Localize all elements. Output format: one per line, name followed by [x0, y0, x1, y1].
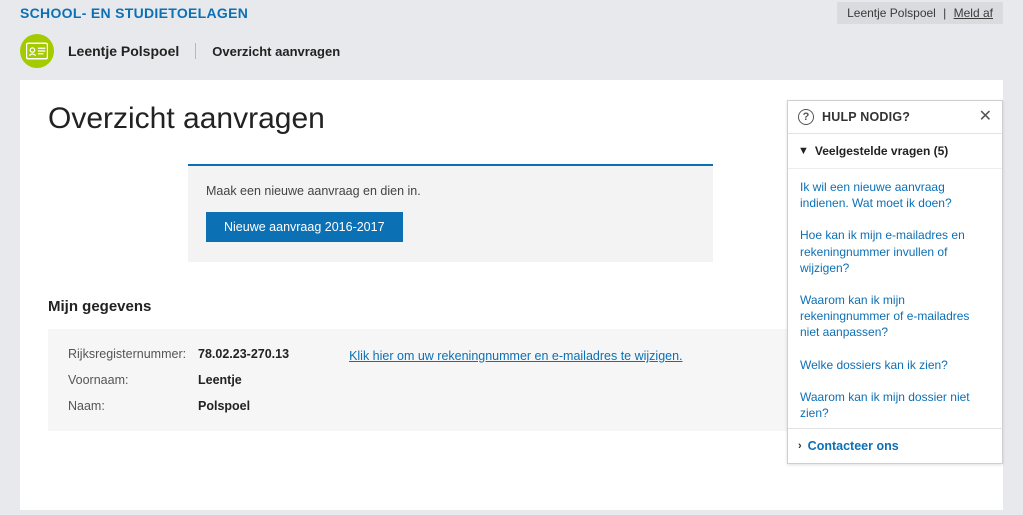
- field-value: 78.02.23-270.13: [198, 347, 289, 361]
- help-panel: ? HULP NODIG? ✕ ▼ Veelgestelde vragen (5…: [787, 100, 1003, 464]
- close-icon[interactable]: ✕: [979, 109, 992, 125]
- header-user-name: Leentje Polspoel: [68, 43, 196, 59]
- table-row: Voornaam: Leentje: [68, 373, 289, 387]
- breadcrumb[interactable]: Overzicht aanvragen: [210, 44, 340, 59]
- chevron-down-icon: ▼: [798, 145, 809, 157]
- field-value: Polspoel: [198, 399, 250, 413]
- field-label: Rijksregisternummer:: [68, 347, 198, 361]
- faq-item[interactable]: Hoe kan ik mijn e-mailadres en rekeningn…: [788, 219, 1002, 284]
- question-icon: ?: [798, 109, 814, 125]
- avatar: [20, 34, 54, 68]
- new-request-box: Maak een nieuwe aanvraag en dien in. Nie…: [188, 164, 713, 262]
- faq-toggle[interactable]: ▼ Veelgestelde vragen (5): [788, 134, 1002, 169]
- faq-item[interactable]: Ik wil een nieuwe aanvraag indienen. Wat…: [788, 171, 1002, 219]
- field-label: Naam:: [68, 399, 198, 413]
- faq-item[interactable]: Waarom kan ik mijn rekeningnummer of e-m…: [788, 284, 1002, 349]
- contact-us-link[interactable]: Contacteer ons: [808, 439, 899, 453]
- field-label: Voornaam:: [68, 373, 198, 387]
- top-user-name: Leentje Polspoel: [847, 6, 936, 20]
- table-row: Rijksregisternummer: 78.02.23-270.13: [68, 347, 289, 361]
- contact-us-toggle[interactable]: › Contacteer ons: [788, 428, 1002, 463]
- change-details-link[interactable]: Klik hier om uw rekeningnummer en e-mail…: [349, 349, 682, 363]
- faq-item[interactable]: Welke dossiers kan ik zien?: [788, 349, 1002, 381]
- id-card-icon: [26, 42, 48, 60]
- user-menu: Leentje Polspoel | Meld af: [837, 2, 1003, 24]
- faq-item[interactable]: Waarom kan ik mijn dossier niet zien?: [788, 381, 1002, 428]
- faq-list: Ik wil een nieuwe aanvraag indienen. Wat…: [788, 169, 1002, 428]
- new-request-prompt: Maak een nieuwe aanvraag en dien in.: [206, 184, 695, 198]
- field-value: Leentje: [198, 373, 242, 387]
- table-row: Naam: Polspoel: [68, 399, 289, 413]
- help-title: HULP NODIG?: [822, 110, 910, 124]
- new-request-button[interactable]: Nieuwe aanvraag 2016-2017: [206, 212, 403, 242]
- site-title[interactable]: SCHOOL- EN STUDIETOELAGEN: [20, 5, 248, 21]
- chevron-right-icon: ›: [798, 440, 802, 452]
- faq-header-label: Veelgestelde vragen (5): [815, 144, 948, 158]
- logout-link[interactable]: Meld af: [954, 6, 993, 20]
- separator: |: [939, 6, 950, 20]
